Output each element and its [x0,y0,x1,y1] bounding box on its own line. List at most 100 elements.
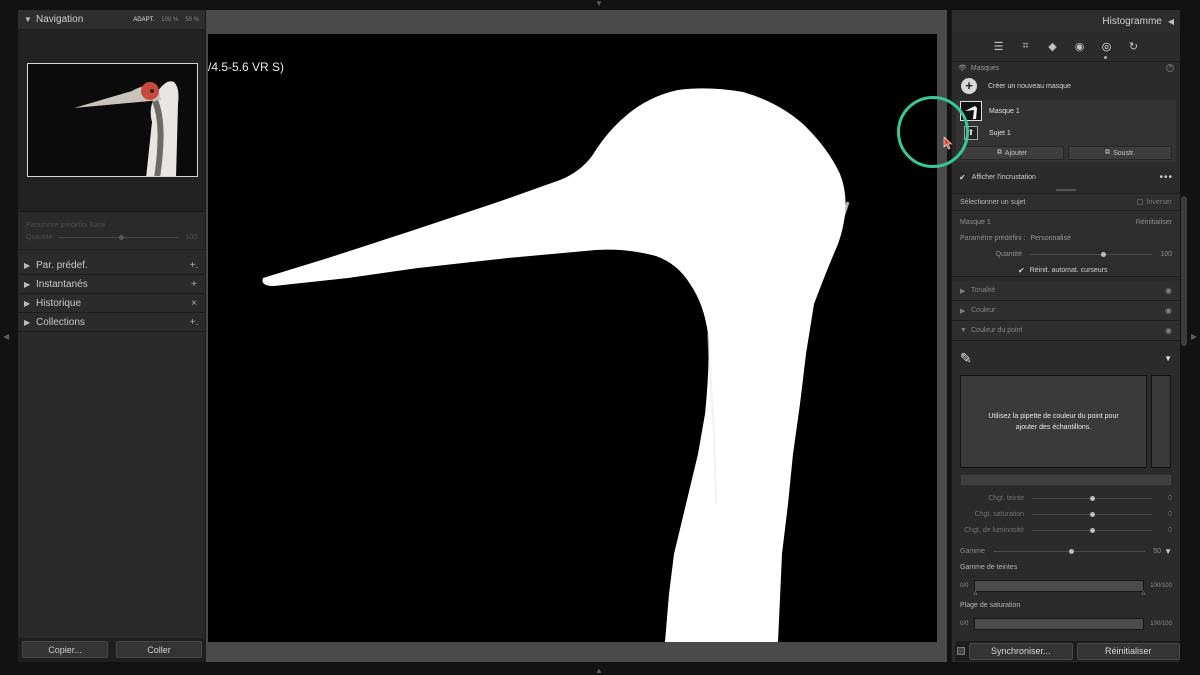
auto-sync-switch[interactable] [957,647,965,655]
mask-reset-button[interactable]: Réinitialiser [1136,219,1172,226]
color-sample-side [1151,375,1171,468]
masking-icon[interactable]: ◎ [1099,39,1114,54]
histogram-header[interactable]: Histogramme ◀ [952,10,1180,32]
lum-shift-slider[interactable] [1032,527,1152,533]
mask-item-1[interactable]: Masque 1 [956,100,1176,122]
color-sample-area[interactable]: Utilisez la pipette de couleur du point … [960,375,1147,468]
auto-reset-checkbox[interactable]: ✔ [1018,266,1025,275]
panel-grip[interactable] [952,188,1180,194]
eye-icon[interactable]: 👁 [958,64,967,72]
expand-triangle-icon[interactable]: ▶ [24,280,36,289]
bottom-panel-toggle-icon[interactable]: ▲ [595,667,603,675]
navigator-header[interactable]: ▼ Navigation ADAPT. 100 % 50 % [18,10,205,30]
sat-shift-slider[interactable] [1032,511,1152,517]
section-history[interactable]: ▶ Historique × [18,294,205,313]
section-color[interactable]: ▶ Couleur ◉ [952,301,1180,321]
sat-shift-value[interactable]: 0 [1160,511,1172,518]
invert-label: Inverser [1146,198,1172,206]
right-panel-scrollbar[interactable] [1181,196,1187,346]
ghost-preset-line: Paramètre prédéfini Base [26,222,106,229]
add-snapshot-icon[interactable]: + [189,279,199,290]
zoom-100-option[interactable]: 100 % [161,17,178,23]
ghost-amount-label: Quantité [26,234,53,241]
amount-value[interactable]: 100 [1160,251,1172,258]
eye-icon[interactable]: ◉ [1165,326,1172,335]
section-collections[interactable]: ▶ Collections +. [18,313,205,332]
collapse-left-triangle-icon[interactable]: ◀ [1168,17,1174,26]
reset-cycle-icon[interactable]: ↻ [1126,39,1141,54]
add-collection-icon[interactable]: +. [189,317,199,328]
sat-shift-row: Chgt. saturation 0 [960,506,1172,522]
eyedropper-icon[interactable]: ✎ [960,350,972,367]
red-eye-icon[interactable]: ◉ [1072,39,1087,54]
more-options-icon[interactable]: ••• [1159,172,1173,183]
hue-shift-row: Chgt. teinte 0 [960,490,1172,506]
add-icon: ⧉ [996,149,1002,156]
image-canvas[interactable]: /4.5-5.6 VR S) [208,34,937,642]
section-label: Instantanés [36,278,88,290]
crop-icon[interactable]: ⌗ [1018,39,1033,54]
healing-icon[interactable]: ◆ [1045,39,1060,54]
eye-icon[interactable]: ◉ [1165,286,1172,295]
eye-icon[interactable]: ◉ [1165,306,1172,315]
top-panel-toggle-icon[interactable]: ▼ [595,0,603,8]
component-name: Sujet 1 [989,129,1011,137]
zoom-50-option[interactable]: 50 % [185,17,199,23]
range-slider[interactable] [992,548,1146,554]
section-label: Collections [36,316,85,328]
section-point-color[interactable]: ▼ Couleur du point ◉ [952,321,1180,341]
invert-checkbox[interactable] [1136,199,1143,205]
sync-button[interactable]: Synchroniser... [969,642,1073,660]
subtract-from-mask-button[interactable]: ⧉ Soustr. [1068,146,1172,160]
sat-range-bar[interactable] [974,618,1145,630]
right-panel-toggle-icon[interactable]: ▶ [1191,333,1197,341]
expand-triangle-icon[interactable]: ▶ [24,261,36,270]
add-preset-icon[interactable]: +. [189,260,199,271]
hue-range-max: 100/100 [1150,583,1172,589]
hue-range-right-handle[interactable]: △ [1141,590,1145,596]
amount-slider[interactable] [1030,251,1153,257]
reset-button[interactable]: Réinitialiser [1076,642,1180,660]
expand-triangle-icon[interactable]: ▶ [960,307,971,315]
expand-triangle-icon[interactable]: ▶ [960,287,971,295]
clear-history-icon[interactable]: × [189,298,199,309]
left-panel-toggle-icon[interactable]: ◀ [3,333,9,341]
hue-range-bar[interactable]: △ △ [973,580,1145,596]
expand-triangle-icon[interactable]: ▶ [24,318,36,327]
expand-triangle-icon[interactable]: ▶ [24,299,36,308]
add-to-mask-button[interactable]: ⧉ Ajouter [960,146,1064,160]
hue-range-left-handle[interactable]: △ [973,590,977,596]
collapse-triangle-icon[interactable]: ▼ [960,327,971,334]
show-overlay-row[interactable]: ✔ Afficher l'incrustation ••• [952,166,1180,188]
cursor-highlight-ring [897,96,969,168]
navigator-thumbnail[interactable] [27,63,198,177]
mask-name: Masque 1 [989,107,1020,115]
main-view: /4.5-5.6 VR S) [206,10,947,662]
point-color-dropdown-icon[interactable]: ▼ [1164,354,1172,363]
checkmark-icon[interactable]: ✔ [959,173,966,182]
zoom-fit-option[interactable]: ADAPT. [133,17,154,23]
sliders-icon[interactable]: ☰ [991,39,1006,54]
plus-icon[interactable]: + [961,78,977,94]
range-dropdown-icon[interactable]: ▼ [1164,547,1172,556]
left-panel: ▼ Navigation ADAPT. 100 % 50 % Paramètre… [18,10,206,662]
hue-shift-slider[interactable] [1032,495,1152,501]
section-tone[interactable]: ▶ Tonalité ◉ [952,281,1180,301]
mask-properties: Masque 1 Réinitialiser Paramètre prédéfi… [952,211,1180,277]
paste-button[interactable]: Coller [116,641,202,658]
section-snapshots[interactable]: ▶ Instantanés + [18,275,205,294]
masks-header: 👁 Masques ? [952,62,1180,74]
copy-button[interactable]: Copier... [22,641,108,658]
left-footer: Copier... Coller [18,638,206,662]
lum-shift-value[interactable]: 0 [1160,527,1172,534]
help-icon[interactable]: ? [1166,64,1174,72]
hue-range-min: 0/0 [960,583,969,589]
section-presets[interactable]: ▶ Par. prédef. +. [18,256,205,275]
create-mask-row[interactable]: + Créer un nouveau masque [952,74,1180,98]
collapse-triangle-icon[interactable]: ▼ [24,15,36,24]
hue-shift-value[interactable]: 0 [1160,495,1172,502]
mask-component-subject[interactable]: ⬆ Sujet 1 [956,122,1176,144]
range-value[interactable]: 50 [1153,548,1161,555]
hue-range-title: Gamme de teintes [960,564,1018,571]
preset-dropdown[interactable]: Personnalisé [1030,235,1070,242]
